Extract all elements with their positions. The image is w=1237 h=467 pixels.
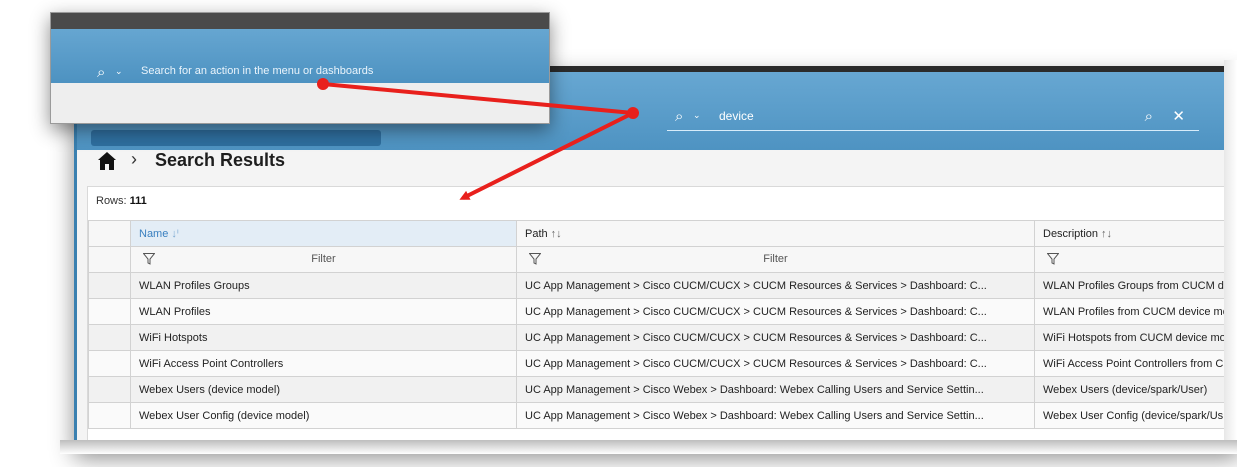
- popup-top-bar: [51, 13, 549, 30]
- column-header-description[interactable]: Description ↑↓: [1034, 220, 1237, 247]
- breadcrumb-chevron-icon: ›: [131, 149, 137, 169]
- header-search-value[interactable]: device: [719, 109, 754, 123]
- row-selector[interactable]: [88, 376, 131, 403]
- rows-count: Rows: 111: [96, 195, 147, 207]
- filter-icon[interactable]: [1047, 253, 1059, 265]
- page-shadow-bottom: [60, 440, 1237, 454]
- search-icon[interactable]: ⌕: [97, 64, 105, 81]
- filter-row-spacer: [88, 246, 131, 273]
- filter-placeholder[interactable]: Filter: [139, 253, 508, 265]
- sort-icon[interactable]: ↑↓: [1101, 228, 1112, 240]
- table-row[interactable]: Webex Users (device model) UC App Manage…: [88, 376, 1237, 403]
- sort-icon[interactable]: ↑↓: [551, 228, 562, 240]
- row-selector-header: [88, 220, 131, 247]
- cell-description: WLAN Profiles Groups from CUCM de: [1034, 272, 1237, 299]
- sort-desc-icon[interactable]: ↓ⁱ: [171, 228, 178, 240]
- header-row: Name ↓ⁱ Path ↑↓ Description ↑↓: [88, 220, 1237, 247]
- filter-placeholder[interactable]: Filter: [525, 253, 1026, 265]
- page-title: Search Results: [155, 150, 286, 170]
- cell-name[interactable]: WiFi Access Point Controllers: [130, 350, 517, 377]
- cell-name[interactable]: Webex Users (device model): [130, 376, 517, 403]
- popup-header: ⌕ ⌄ Search for an action in the menu or …: [51, 29, 549, 86]
- cell-path: UC App Management > Cisco CUCM/CUCX > CU…: [516, 298, 1035, 325]
- chevron-down-icon[interactable]: ⌄: [115, 66, 123, 77]
- page-shadow-right: [1224, 60, 1237, 440]
- menu-search-input[interactable]: ⌕ ⌄ Search for an action in the menu or …: [89, 59, 541, 86]
- table-row[interactable]: Webex User Config (device model) UC App …: [88, 402, 1237, 429]
- cell-path: UC App Management > Cisco CUCM/CUCX > CU…: [516, 324, 1035, 351]
- rows-label: Rows:: [96, 195, 127, 207]
- popup-body: [51, 83, 549, 123]
- cell-path: UC App Management > Cisco CUCM/CUCX > CU…: [516, 350, 1035, 377]
- cell-name[interactable]: WLAN Profiles: [130, 298, 517, 325]
- row-selector[interactable]: [88, 350, 131, 377]
- filter-name[interactable]: Filter: [130, 246, 517, 273]
- filter-row: Filter Filter: [88, 246, 1237, 273]
- filter-path[interactable]: Filter: [516, 246, 1035, 273]
- header-search-input[interactable]: ⌕ ⌄ device ⌕ ✕: [667, 102, 1199, 131]
- row-selector[interactable]: [88, 272, 131, 299]
- results-table: Name ↓ⁱ Path ↑↓ Description ↑↓ Filter Filte…: [88, 220, 1237, 429]
- table-row[interactable]: WiFi Access Point Controllers UC App Man…: [88, 350, 1237, 377]
- home-icon[interactable]: [97, 151, 117, 171]
- menu-search-popup: ⌕ ⌄ Search for an action in the menu or …: [50, 12, 550, 124]
- menu-search-placeholder[interactable]: Search for an action in the menu or dash…: [141, 65, 373, 77]
- table-row[interactable]: WLAN Profiles UC App Management > Cisco …: [88, 298, 1237, 325]
- clear-icon[interactable]: ✕: [1172, 107, 1185, 125]
- table-row[interactable]: WiFi Hotspots UC App Management > Cisco …: [88, 324, 1237, 351]
- cell-description: WiFi Hotspots from CUCM device mo: [1034, 324, 1237, 351]
- cell-description: Webex User Config (device/spark/Us: [1034, 402, 1237, 429]
- search-icon[interactable]: ⌕: [675, 108, 683, 125]
- cell-path: UC App Management > Cisco Webex > Dashbo…: [516, 402, 1035, 429]
- chevron-down-icon[interactable]: ⌄: [693, 110, 701, 121]
- row-selector[interactable]: [88, 402, 131, 429]
- cell-name[interactable]: WiFi Hotspots: [130, 324, 517, 351]
- rows-value: 111: [129, 195, 147, 207]
- cell-description: Webex Users (device/spark/User): [1034, 376, 1237, 403]
- table-row[interactable]: WLAN Profiles Groups UC App Management >…: [88, 272, 1237, 299]
- cell-name[interactable]: Webex User Config (device model): [130, 402, 517, 429]
- cell-path: UC App Management > Cisco CUCM/CUCX > CU…: [516, 272, 1035, 299]
- cell-name[interactable]: WLAN Profiles Groups: [130, 272, 517, 299]
- header-menu-button[interactable]: [91, 130, 381, 146]
- column-header-path[interactable]: Path ↑↓: [516, 220, 1035, 247]
- cell-path: UC App Management > Cisco Webex > Dashbo…: [516, 376, 1035, 403]
- results-panel: Rows: 111 Name ↓ⁱ Path ↑↓ Description ↑↓ Fi: [87, 186, 1237, 449]
- row-selector[interactable]: [88, 324, 131, 351]
- cell-description: WLAN Profiles from CUCM device mo: [1034, 298, 1237, 325]
- column-header-name[interactable]: Name ↓ⁱ: [130, 220, 517, 247]
- row-selector[interactable]: [88, 298, 131, 325]
- search-submit-icon[interactable]: ⌕: [1145, 108, 1153, 125]
- cell-description: WiFi Access Point Controllers from C: [1034, 350, 1237, 377]
- filter-description[interactable]: [1034, 246, 1237, 273]
